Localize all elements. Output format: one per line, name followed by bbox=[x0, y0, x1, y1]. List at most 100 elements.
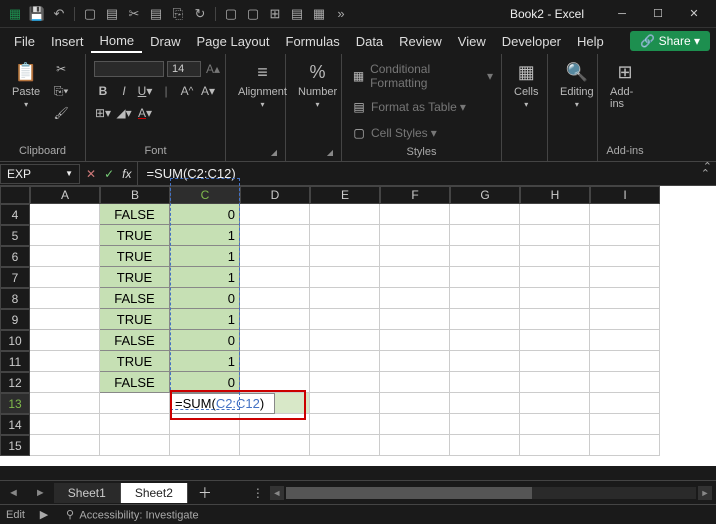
cell-E4[interactable] bbox=[310, 204, 380, 225]
cut-icon[interactable]: ✂ bbox=[52, 60, 70, 78]
qat-icon[interactable]: ↻ bbox=[192, 6, 208, 22]
cell-F8[interactable] bbox=[380, 288, 450, 309]
enter-formula-button[interactable]: ✓ bbox=[104, 167, 114, 181]
cell-H6[interactable] bbox=[520, 246, 590, 267]
cell-F10[interactable] bbox=[380, 330, 450, 351]
cell-E7[interactable] bbox=[310, 267, 380, 288]
column-header[interactable]: E bbox=[310, 186, 380, 204]
cell-I8[interactable] bbox=[590, 288, 660, 309]
cell-F13[interactable] bbox=[380, 393, 450, 414]
number-button[interactable]: % Number▾ bbox=[292, 58, 343, 111]
cell-H8[interactable] bbox=[520, 288, 590, 309]
cell-C8[interactable]: 0 bbox=[170, 288, 240, 309]
cell-A8[interactable] bbox=[30, 288, 100, 309]
cell-E10[interactable] bbox=[310, 330, 380, 351]
insert-function-button[interactable]: fx bbox=[122, 167, 131, 181]
editing-button[interactable]: 🔍Editing▾ bbox=[554, 58, 600, 111]
cell-H12[interactable] bbox=[520, 372, 590, 393]
horizontal-scrollbar[interactable]: ◄► bbox=[266, 486, 716, 500]
cell-A5[interactable] bbox=[30, 225, 100, 246]
cell-G11[interactable] bbox=[450, 351, 520, 372]
cell-E13[interactable] bbox=[310, 393, 380, 414]
menu-developer[interactable]: Developer bbox=[494, 31, 569, 52]
cell-D15[interactable] bbox=[240, 435, 310, 456]
menu-page-layout[interactable]: Page Layout bbox=[189, 31, 278, 52]
cell-B13[interactable] bbox=[100, 393, 170, 414]
column-header[interactable]: B bbox=[100, 186, 170, 204]
cell-G9[interactable] bbox=[450, 309, 520, 330]
cell-I5[interactable] bbox=[590, 225, 660, 246]
cell-E8[interactable] bbox=[310, 288, 380, 309]
qat-icon[interactable]: ▢ bbox=[82, 6, 98, 22]
bold-button[interactable]: B bbox=[94, 82, 112, 100]
cells-button[interactable]: ▦Cells▾ bbox=[508, 58, 544, 111]
alignment-button[interactable]: ≡ Alignment▾ bbox=[232, 58, 293, 111]
cell-C4[interactable]: 0 bbox=[170, 204, 240, 225]
row-header[interactable]: 13 bbox=[0, 393, 30, 414]
column-header[interactable]: D bbox=[240, 186, 310, 204]
paste-button[interactable]: 📋 Paste▾ bbox=[6, 58, 46, 111]
column-header[interactable]: F bbox=[380, 186, 450, 204]
cell-E15[interactable] bbox=[310, 435, 380, 456]
font-family-select[interactable] bbox=[94, 61, 164, 77]
cell-H13[interactable] bbox=[520, 393, 590, 414]
qat-icon[interactable]: ▢ bbox=[245, 6, 261, 22]
cell-H11[interactable] bbox=[520, 351, 590, 372]
row-header[interactable]: 15 bbox=[0, 435, 30, 456]
cell-B15[interactable] bbox=[100, 435, 170, 456]
fill-color-button[interactable]: ◢▾ bbox=[115, 104, 133, 122]
qat-more[interactable]: » bbox=[333, 6, 349, 22]
menu-formulas[interactable]: Formulas bbox=[278, 31, 348, 52]
column-header[interactable]: A bbox=[30, 186, 100, 204]
row-header[interactable]: 8 bbox=[0, 288, 30, 309]
cell-D9[interactable] bbox=[240, 309, 310, 330]
cell-E12[interactable] bbox=[310, 372, 380, 393]
cell-I4[interactable] bbox=[590, 204, 660, 225]
cell-A13[interactable] bbox=[30, 393, 100, 414]
borders-button[interactable]: ⊞▾ bbox=[94, 104, 112, 122]
cell-A15[interactable] bbox=[30, 435, 100, 456]
cell-I11[interactable] bbox=[590, 351, 660, 372]
maximize-button[interactable]: ☐ bbox=[640, 0, 676, 28]
cell-C9[interactable]: 1 bbox=[170, 309, 240, 330]
cell-F11[interactable] bbox=[380, 351, 450, 372]
qat-icon[interactable]: ⊞ bbox=[267, 6, 283, 22]
cell-D13[interactable] bbox=[275, 393, 310, 414]
cell-H15[interactable] bbox=[520, 435, 590, 456]
menu-review[interactable]: Review bbox=[391, 31, 450, 52]
cell-I10[interactable] bbox=[590, 330, 660, 351]
column-header[interactable]: G bbox=[450, 186, 520, 204]
menu-view[interactable]: View bbox=[450, 31, 494, 52]
column-header[interactable]: H bbox=[520, 186, 590, 204]
cell-A9[interactable] bbox=[30, 309, 100, 330]
share-button[interactable]: 🔗 Share ▾ bbox=[630, 31, 710, 51]
cell-G7[interactable] bbox=[450, 267, 520, 288]
addins-button[interactable]: ⊞Add-ins bbox=[604, 58, 646, 112]
cell-B11[interactable]: TRUE bbox=[100, 351, 170, 372]
cell-I6[interactable] bbox=[590, 246, 660, 267]
cell-G12[interactable] bbox=[450, 372, 520, 393]
cell-I14[interactable] bbox=[590, 414, 660, 435]
qat-icon[interactable]: ▤ bbox=[104, 6, 120, 22]
cell-G15[interactable] bbox=[450, 435, 520, 456]
column-header[interactable]: C bbox=[170, 186, 240, 204]
cell-H14[interactable] bbox=[520, 414, 590, 435]
cell-D11[interactable] bbox=[240, 351, 310, 372]
cell-A7[interactable] bbox=[30, 267, 100, 288]
cell-B5[interactable]: TRUE bbox=[100, 225, 170, 246]
row-header[interactable]: 5 bbox=[0, 225, 30, 246]
cell-E5[interactable] bbox=[310, 225, 380, 246]
cell-B10[interactable]: FALSE bbox=[100, 330, 170, 351]
qat-icon[interactable]: ▦ bbox=[311, 6, 327, 22]
macro-icon[interactable]: ▶ bbox=[37, 508, 51, 522]
cancel-formula-button[interactable]: ✕ bbox=[86, 167, 96, 181]
cell-E14[interactable] bbox=[310, 414, 380, 435]
cell-H7[interactable] bbox=[520, 267, 590, 288]
cell-H10[interactable] bbox=[520, 330, 590, 351]
row-header[interactable]: 4 bbox=[0, 204, 30, 225]
qat-icon[interactable]: ⎘ bbox=[170, 6, 186, 22]
new-sheet-button[interactable]: ＋ bbox=[188, 483, 222, 503]
cell-D12[interactable] bbox=[240, 372, 310, 393]
cell-F6[interactable] bbox=[380, 246, 450, 267]
cell-E6[interactable] bbox=[310, 246, 380, 267]
